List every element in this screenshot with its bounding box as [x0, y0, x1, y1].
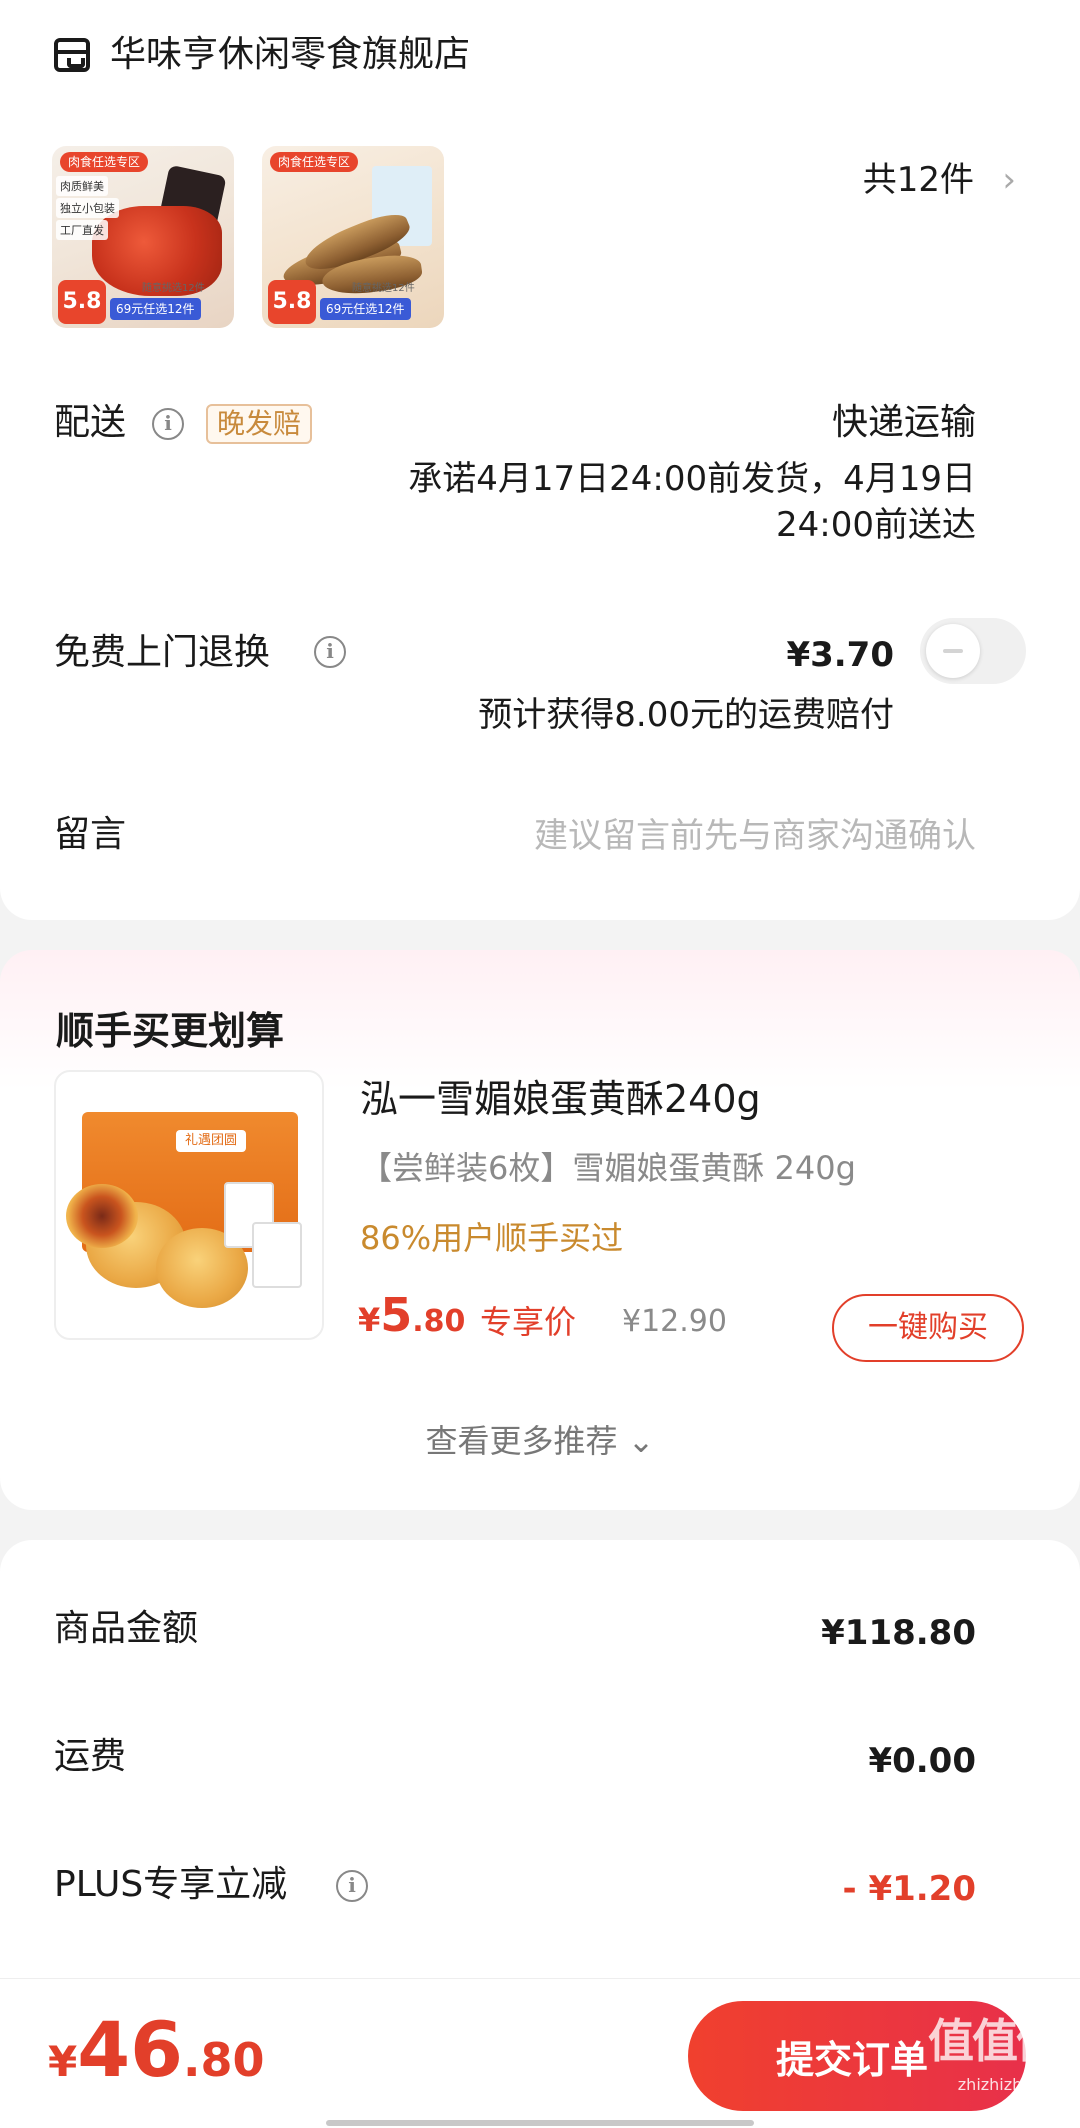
- thumbnail-deal: 69元任选12件: [320, 298, 411, 320]
- note-input[interactable]: [416, 808, 976, 864]
- product-thumbnail-jerky[interactable]: 肉食任选专区 肉质鲜美 独立小包装 工厂直发 随意挑选12件 5.8 69元任选…: [52, 146, 234, 328]
- thumbnail-deal: 69元任选12件: [110, 298, 201, 320]
- info-icon[interactable]: i: [314, 636, 346, 668]
- thumbnail-price: 5.8: [58, 280, 106, 324]
- one-click-buy-button[interactable]: 一键购买: [832, 1294, 1024, 1362]
- price-decimal: .80: [412, 1304, 466, 1339]
- exclusive-price-tag: 专享价: [480, 1303, 577, 1341]
- thumbnail-tag: 肉食任选专区: [270, 152, 359, 172]
- upsell-product-name[interactable]: 泓一雪媚娘蛋黄酥240g: [360, 1074, 761, 1124]
- delivery-promise: 承诺4月17日24:00前发货，4月19日24:00前送达: [408, 459, 976, 545]
- info-icon[interactable]: i: [152, 408, 184, 440]
- upsell-product-desc: 【尝鲜装6枚】雪媚娘蛋黄酥 240g: [360, 1149, 856, 1187]
- gift-box-label: 礼遇团圆: [176, 1130, 246, 1152]
- order-store-card: 华味亨休闲零食旗舰店 肉食任选专区 肉质鲜美 独立小包装 工厂直发 随意挑选12…: [0, 0, 1080, 920]
- upsell-social-proof: 86%用户顺手买过: [360, 1219, 624, 1257]
- toggle-knob: [926, 624, 980, 678]
- late-delivery-badge[interactable]: 晚发赔: [206, 404, 313, 444]
- upsell-title: 顺手买更划算: [56, 1009, 285, 1053]
- freight-value: ¥0.00: [868, 1741, 976, 1781]
- pastry-cut: [66, 1184, 138, 1248]
- price-summary-card: 商品金额 ¥118.80 运费 ¥0.00 PLUS专享立减 i - ¥1.20: [0, 1540, 1080, 2000]
- price-currency: ¥: [358, 1301, 381, 1339]
- chevron-right-icon[interactable]: ›: [1002, 158, 1016, 202]
- plus-discount-label: PLUS专享立减: [54, 1864, 288, 1905]
- more-recommendations-label: 查看更多推荐 ⌄: [425, 1422, 655, 1460]
- thumbnail-price: 5.8: [268, 280, 316, 324]
- delivery-label: 配送: [54, 402, 127, 443]
- goods-amount-value: ¥118.80: [821, 1613, 976, 1653]
- product-thumbnail-fish[interactable]: 肉食任选专区 随意挑选12件 5.8 69元任选12件: [262, 146, 444, 328]
- store-icon: [54, 38, 90, 72]
- shipping-method: 快递运输: [831, 402, 976, 443]
- pastry-pack: [252, 1222, 302, 1288]
- return-service-toggle[interactable]: [920, 618, 1026, 684]
- store-name[interactable]: 华味亨休闲零食旗舰店: [110, 32, 470, 78]
- upsell-product-image[interactable]: 礼遇团圆: [54, 1070, 324, 1340]
- price-integer: 46: [77, 2005, 183, 2094]
- watermark-url: zhizhizhi.com: [957, 2075, 1066, 2094]
- return-service-price: ¥3.70: [786, 635, 894, 675]
- freight-label: 运费: [54, 1736, 127, 1777]
- watermark-logo: 值值值: [928, 2014, 1062, 2068]
- more-recommendations-link[interactable]: 查看更多推荐 ⌄: [0, 1420, 1080, 1462]
- plus-discount-value: - ¥1.20: [842, 1869, 977, 1909]
- thumbnail-tag: 肉食任选专区: [60, 152, 149, 172]
- goods-amount-label: 商品金额: [54, 1608, 199, 1649]
- return-service-label: 免费上门退换: [54, 632, 271, 673]
- price-decimal: .80: [183, 2033, 265, 2087]
- original-price: ¥12.90: [622, 1304, 727, 1339]
- home-indicator[interactable]: [326, 2120, 754, 2126]
- checkout-bar: ¥46.80 提交订单 值值值 zhizhizhi.com: [0, 1978, 1080, 2128]
- thumbnail-sub: 随意挑选12件: [142, 283, 205, 294]
- total-price: ¥46.80: [48, 2005, 265, 2094]
- upsell-card: 顺手买更划算 礼遇团圆 泓一雪媚娘蛋黄酥240g 【尝鲜装6枚】雪媚娘蛋黄酥 2…: [0, 950, 1080, 1510]
- upsell-price: ¥5.80: [358, 1288, 465, 1342]
- thumbnail-feature: 独立小包装: [56, 198, 119, 218]
- note-label: 留言: [54, 814, 127, 855]
- thumbnail-feature: 肉质鲜美: [56, 176, 108, 196]
- thumbnail-sub: 随意挑选12件: [352, 283, 415, 294]
- info-icon[interactable]: i: [336, 1870, 368, 1902]
- price-integer: 5: [380, 1288, 413, 1342]
- price-currency: ¥: [48, 2037, 78, 2086]
- thumbnail-feature: 工厂直发: [56, 220, 108, 240]
- item-count[interactable]: 共12件: [863, 158, 974, 202]
- return-compensation: 预计获得8.00元的运费赔付: [478, 695, 894, 735]
